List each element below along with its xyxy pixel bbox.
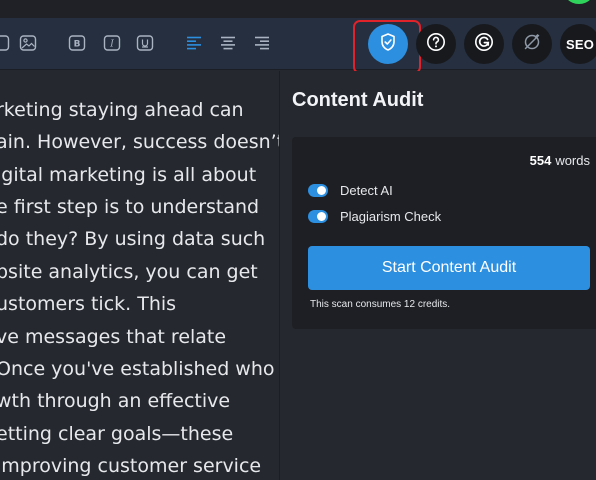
seo-label: SEO bbox=[565, 36, 595, 52]
panel-title: Content Audit bbox=[292, 89, 424, 111]
editor-line: e first step is to understand bbox=[0, 196, 260, 218]
editor-line: ve messages that relate bbox=[0, 326, 227, 348]
editor-line: igital marketing is all about bbox=[0, 164, 257, 186]
editor-line: bsite analytics, you can get bbox=[0, 261, 258, 283]
editor-line: Once you've established who bbox=[0, 358, 275, 380]
shield-check-icon bbox=[377, 31, 399, 58]
grammarly-button[interactable] bbox=[464, 24, 504, 64]
plagiarism-check-toggle[interactable] bbox=[308, 210, 328, 223]
editor-line: etting clear goals—these bbox=[0, 423, 234, 445]
word-count-value: 554 bbox=[529, 153, 552, 168]
editor-line: ain. However, success doesn’t bbox=[0, 131, 280, 153]
italic-icon[interactable]: I bbox=[103, 34, 121, 52]
detect-ai-label: Detect AI bbox=[340, 183, 393, 198]
editor-line: wth through an effective bbox=[0, 390, 231, 412]
plagiarism-check-label: Plagiarism Check bbox=[340, 209, 442, 224]
align-center-icon[interactable] bbox=[219, 34, 237, 52]
svg-text:B: B bbox=[74, 40, 81, 50]
editor-line: rketing staying ahead can bbox=[0, 99, 244, 121]
image-icon[interactable] bbox=[0, 34, 10, 52]
seo-button[interactable]: SEO bbox=[560, 24, 596, 64]
plagiarism-check-option: Plagiarism Check bbox=[308, 209, 441, 224]
content-audit-panel: Content Audit 554 words Detect AI Plagiar… bbox=[281, 71, 596, 480]
editor-text-area[interactable]: rketing staying ahead can ain. However, … bbox=[0, 71, 280, 480]
editor-toolbar: B I SEO bbox=[0, 18, 596, 74]
word-count-suffix: words bbox=[555, 153, 590, 168]
image-icon[interactable] bbox=[19, 34, 37, 52]
word-count: 554 words bbox=[530, 153, 590, 168]
window-top-strip bbox=[0, 0, 596, 18]
credits-note: This scan consumes 12 credits. bbox=[310, 299, 451, 310]
help-button[interactable] bbox=[416, 24, 456, 64]
eye-off-icon bbox=[521, 31, 543, 58]
bold-icon[interactable]: B bbox=[68, 34, 86, 52]
detect-ai-option: Detect AI bbox=[308, 183, 393, 198]
grammarly-icon bbox=[473, 31, 495, 58]
editor-line: do they? By using data such bbox=[0, 228, 266, 250]
start-content-audit-button[interactable]: Start Content Audit bbox=[308, 246, 590, 290]
editor-line: ustomers tick. This bbox=[0, 293, 177, 315]
underline-icon[interactable] bbox=[136, 34, 154, 52]
svg-text:I: I bbox=[109, 40, 114, 50]
app-root: B I SEO rketing staying ahead can ain. H… bbox=[0, 0, 596, 480]
editor-line: improving customer service bbox=[0, 455, 262, 477]
align-right-icon[interactable] bbox=[253, 34, 271, 52]
align-left-icon[interactable] bbox=[185, 34, 203, 52]
hide-button[interactable] bbox=[512, 24, 552, 64]
audit-card: 554 words Detect AI Plagiarism Check Star… bbox=[292, 137, 596, 329]
detect-ai-toggle[interactable] bbox=[308, 184, 328, 197]
status-indicator bbox=[562, 0, 596, 4]
content-audit-button[interactable] bbox=[368, 24, 408, 64]
help-icon bbox=[425, 31, 447, 58]
